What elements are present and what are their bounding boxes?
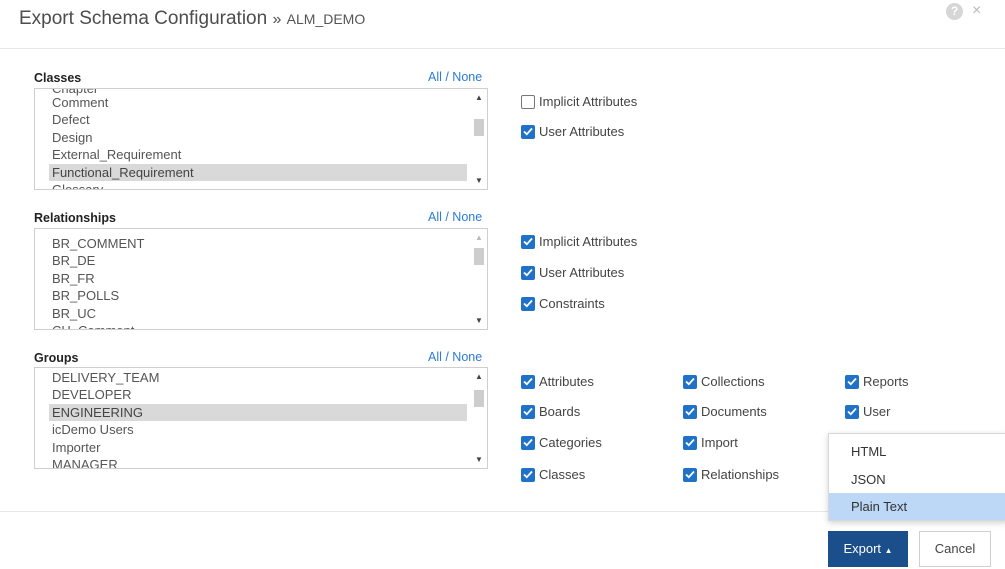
relationships-listbox[interactable]: BR_COMMENTBR_DEBR_FRBR_POLLSBR_UCCH_Comm… (34, 228, 488, 330)
title-separator: » (272, 11, 282, 28)
export-button-label: Export (843, 541, 882, 556)
checkbox-checked-icon[interactable] (521, 467, 535, 482)
checkbox-checked-icon[interactable] (521, 374, 535, 389)
checkbox-label: Implicit Attributes (539, 234, 638, 249)
checkbox-checked-icon[interactable] (521, 435, 535, 450)
scroll-up-icon[interactable]: ▲ (475, 372, 483, 381)
header-divider (0, 48, 1005, 49)
classes-scrollbar[interactable]: ▲ ▼ (471, 89, 487, 189)
checkbox-option[interactable]: Reports (845, 374, 909, 389)
classes-listbox[interactable]: Chapter Comment Defect Design External_Requi… (34, 88, 488, 190)
checkbox-checked-icon[interactable] (521, 234, 535, 249)
checkbox-label: Categories (539, 435, 602, 450)
checkbox-checked-icon[interactable] (845, 404, 859, 419)
list-item[interactable]: MANAGER (49, 456, 467, 468)
scroll-down-icon[interactable]: ▼ (475, 176, 483, 185)
checkbox-unchecked-icon[interactable] (521, 94, 535, 109)
checkbox-option[interactable]: Collections (683, 374, 765, 389)
checkbox-label: User Attributes (539, 124, 625, 139)
scroll-down-icon[interactable]: ▼ (475, 316, 483, 325)
checkbox-checked-icon[interactable] (845, 374, 859, 389)
checkbox-label: Documents (701, 404, 767, 419)
scroll-thumb[interactable] (474, 119, 484, 136)
export-option[interactable]: Plain Text (829, 493, 1005, 520)
checkbox-label: User (863, 404, 891, 419)
checkbox-option[interactable]: Attributes (521, 374, 594, 389)
checkbox-option[interactable]: Import (683, 435, 738, 450)
checkbox-checked-icon[interactable] (521, 124, 535, 139)
scroll-thumb[interactable] (474, 390, 484, 407)
title-subtitle: ALM_DEMO (286, 11, 366, 27)
checkbox-checked-icon[interactable] (683, 467, 697, 482)
checkbox-option[interactable]: Implicit Attributes (521, 94, 637, 109)
groups-scrollbar[interactable]: ▲ ▼ (471, 368, 487, 468)
list-item[interactable]: Comment (49, 94, 467, 111)
scroll-thumb[interactable] (474, 248, 484, 265)
checkbox-option[interactable]: Constraints (521, 296, 605, 311)
cancel-button[interactable]: Cancel (919, 531, 991, 567)
list-item[interactable]: icDemo Users (49, 421, 467, 438)
checkbox-label: Implicit Attributes (539, 94, 638, 109)
title-text: Export Schema Configuration (19, 8, 268, 29)
checkbox-option[interactable]: Boards (521, 404, 580, 419)
checkbox-checked-icon[interactable] (683, 374, 697, 389)
checkbox-label: Attributes (539, 374, 594, 389)
list-item[interactable]: BR_POLLS (49, 287, 467, 304)
relationships-scrollbar[interactable]: ▲ ▼ (471, 229, 487, 329)
checkbox-option[interactable]: Documents (683, 404, 767, 419)
checkbox-checked-icon[interactable] (521, 265, 535, 280)
scroll-up-icon[interactable]: ▲ (475, 233, 483, 242)
list-item[interactable]: DELIVERY_TEAM (49, 369, 467, 386)
list-item[interactable]: Importer (49, 439, 467, 456)
export-option[interactable]: JSON (829, 466, 1005, 493)
list-item[interactable]: CH_Comment (49, 322, 467, 329)
close-icon[interactable]: × (972, 1, 981, 21)
classes-all-none-link[interactable]: All / None (428, 70, 482, 84)
list-item[interactable]: Glossary (49, 181, 467, 189)
checkbox-option[interactable]: User Attributes (521, 265, 624, 280)
checkbox-option[interactable]: Classes (521, 467, 585, 482)
scroll-up-icon[interactable]: ▲ (475, 93, 483, 102)
checkbox-checked-icon[interactable] (521, 404, 535, 419)
checkbox-label: Reports (863, 374, 909, 389)
checkbox-option[interactable]: User (845, 404, 890, 419)
checkbox-checked-icon[interactable] (683, 404, 697, 419)
caret-up-icon: ▲ (884, 546, 893, 555)
checkbox-label: User Attributes (539, 265, 625, 280)
checkbox-checked-icon[interactable] (683, 435, 697, 450)
list-item[interactable]: ENGINEERING (49, 403, 467, 421)
checkbox-label: Import (701, 435, 738, 450)
checkbox-label: Boards (539, 404, 581, 419)
scroll-down-icon[interactable]: ▼ (475, 455, 483, 464)
export-option[interactable]: HTML (829, 438, 1005, 465)
checkbox-label: Classes (539, 467, 586, 482)
checkbox-label: Collections (701, 374, 765, 389)
checkbox-option[interactable]: User Attributes (521, 124, 624, 139)
list-item[interactable]: Design (49, 129, 467, 146)
export-button[interactable]: Export ▲ (828, 531, 908, 567)
checkbox-option[interactable]: Categories (521, 435, 602, 450)
export-format-menu: HTML JSON Plain Text (828, 433, 1005, 521)
dialog-title: Export Schema Configuration » ALM_DEMO (19, 8, 365, 30)
help-icon[interactable]: ? (946, 3, 963, 20)
checkbox-label: Constraints (539, 296, 605, 311)
groups-label: Groups (34, 351, 79, 365)
checkbox-label: Relationships (701, 467, 780, 482)
list-item[interactable]: External_Requirement (49, 146, 467, 163)
list-item[interactable]: BR_FR (49, 270, 467, 287)
list-item[interactable]: Defect (49, 111, 467, 128)
list-item[interactable]: BR_UC (49, 305, 467, 322)
list-item[interactable]: BR_COMMENT (49, 235, 467, 252)
list-item[interactable]: BR_DE (49, 252, 467, 269)
groups-listbox[interactable]: DELIVERY_TEAM DEVELOPER ENGINEERING icDemo … (34, 367, 488, 469)
list-item[interactable]: DEVELOPER (49, 386, 467, 403)
checkbox-checked-icon[interactable] (521, 296, 535, 311)
list-item[interactable]: Functional_Requirement (49, 163, 467, 181)
checkbox-option[interactable]: Implicit Attributes (521, 234, 637, 249)
classes-label: Classes (34, 71, 82, 85)
checkbox-option[interactable]: Relationships (683, 467, 779, 482)
relationships-all-none-link[interactable]: All / None (428, 210, 482, 224)
relationships-label: Relationships (34, 211, 116, 225)
groups-all-none-link[interactable]: All / None (428, 350, 482, 364)
